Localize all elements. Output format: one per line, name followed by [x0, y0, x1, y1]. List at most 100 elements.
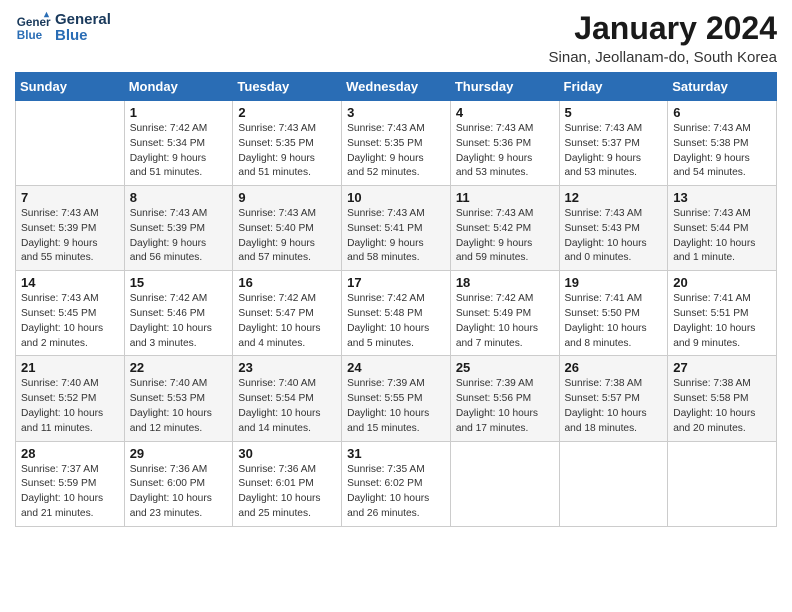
calendar-cell: 23Sunrise: 7:40 AM Sunset: 5:54 PM Dayli…	[233, 356, 342, 441]
day-info: Sunrise: 7:37 AM Sunset: 5:59 PM Dayligh…	[21, 463, 119, 522]
month-title: January 2024	[549, 10, 777, 47]
day-number: 27	[673, 360, 771, 375]
logo-text-general: General	[55, 12, 111, 29]
calendar-cell: 17 Sunrise: 7:42 AM Sunset: 5:48 PM Dayli…	[342, 271, 451, 356]
calendar-cell: 13 Sunrise: 7:43 AM Sunset: 5:44 PM Dayli…	[668, 186, 777, 271]
day-info: Sunrise: 7:43 AM Sunset: 5:38 PM Dayligh…	[673, 122, 771, 181]
day-number: 22	[130, 360, 228, 375]
calendar-cell: 25 Sunrise: 7:39 AM Sunset: 5:56 PM Dayli…	[450, 356, 559, 441]
calendar-week-row: 1 Sunrise: 7:42 AM Sunset: 5:34 PM Daylig…	[16, 101, 777, 186]
day-number: 12	[565, 190, 663, 205]
day-number: 14	[21, 275, 119, 290]
day-info: Sunrise: 7:43 AM Sunset: 5:39 PM Dayligh…	[130, 207, 228, 266]
day-number: 4	[456, 105, 554, 120]
col-header-thursday: Thursday	[450, 73, 559, 101]
calendar-cell	[559, 441, 668, 526]
day-info: Sunrise: 7:42 AM Sunset: 5:47 PM Dayligh…	[238, 292, 336, 351]
day-info: Sunrise: 7:43 AM Sunset: 5:40 PM Dayligh…	[238, 207, 336, 266]
day-info: Sunrise: 7:43 AM Sunset: 5:36 PM Dayligh…	[456, 122, 554, 181]
day-info: Sunrise: 7:36 AM Sunset: 6:00 PM Dayligh…	[130, 463, 228, 522]
col-header-saturday: Saturday	[668, 73, 777, 101]
day-info: Sunrise: 7:43 AM Sunset: 5:43 PM Dayligh…	[565, 207, 663, 266]
calendar-cell: 12 Sunrise: 7:43 AM Sunset: 5:43 PM Dayli…	[559, 186, 668, 271]
calendar-cell: 29 Sunrise: 7:36 AM Sunset: 6:00 PM Dayli…	[124, 441, 233, 526]
day-info: Sunrise: 7:40 AM Sunset: 5:54 PM Dayligh…	[238, 377, 336, 436]
col-header-wednesday: Wednesday	[342, 73, 451, 101]
day-info: Sunrise: 7:43 AM Sunset: 5:37 PM Dayligh…	[565, 122, 663, 181]
calendar-cell: 6 Sunrise: 7:43 AM Sunset: 5:38 PM Daylig…	[668, 101, 777, 186]
calendar-cell: 18Sunrise: 7:42 AM Sunset: 5:49 PM Dayli…	[450, 271, 559, 356]
svg-text:General: General	[17, 16, 51, 29]
calendar-cell	[668, 441, 777, 526]
day-info: Sunrise: 7:43 AM Sunset: 5:44 PM Dayligh…	[673, 207, 771, 266]
day-number: 26	[565, 360, 663, 375]
calendar-cell: 26 Sunrise: 7:38 AM Sunset: 5:57 PM Dayli…	[559, 356, 668, 441]
logo-icon: General Blue	[15, 10, 51, 46]
svg-text:Blue: Blue	[17, 29, 43, 42]
day-number: 2	[238, 105, 336, 120]
calendar-cell: 27Sunrise: 7:38 AM Sunset: 5:58 PM Dayli…	[668, 356, 777, 441]
calendar-cell: 22 Sunrise: 7:40 AM Sunset: 5:53 PM Dayli…	[124, 356, 233, 441]
day-info: Sunrise: 7:41 AM Sunset: 5:50 PM Dayligh…	[565, 292, 663, 351]
calendar-cell: 30Sunrise: 7:36 AM Sunset: 6:01 PM Dayli…	[233, 441, 342, 526]
day-number: 30	[238, 446, 336, 461]
day-number: 6	[673, 105, 771, 120]
calendar-cell: 19 Sunrise: 7:41 AM Sunset: 5:50 PM Dayli…	[559, 271, 668, 356]
day-info: Sunrise: 7:43 AM Sunset: 5:35 PM Dayligh…	[238, 122, 336, 181]
day-number: 10	[347, 190, 445, 205]
calendar-cell: 16 Sunrise: 7:42 AM Sunset: 5:47 PM Dayli…	[233, 271, 342, 356]
day-number: 19	[565, 275, 663, 290]
calendar-cell	[16, 101, 125, 186]
day-number: 5	[565, 105, 663, 120]
calendar-cell: 9 Sunrise: 7:43 AM Sunset: 5:40 PM Daylig…	[233, 186, 342, 271]
day-info: Sunrise: 7:39 AM Sunset: 5:56 PM Dayligh…	[456, 377, 554, 436]
calendar-cell: 1 Sunrise: 7:42 AM Sunset: 5:34 PM Daylig…	[124, 101, 233, 186]
day-number: 16	[238, 275, 336, 290]
calendar-cell: 3Sunrise: 7:43 AM Sunset: 5:35 PM Daylig…	[342, 101, 451, 186]
day-number: 11	[456, 190, 554, 205]
day-info: Sunrise: 7:42 AM Sunset: 5:46 PM Dayligh…	[130, 292, 228, 351]
day-info: Sunrise: 7:41 AM Sunset: 5:51 PM Dayligh…	[673, 292, 771, 351]
calendar-cell: 5 Sunrise: 7:43 AM Sunset: 5:37 PM Daylig…	[559, 101, 668, 186]
calendar-cell: 2 Sunrise: 7:43 AM Sunset: 5:35 PM Daylig…	[233, 101, 342, 186]
location-title: Sinan, Jeollanam-do, South Korea	[549, 49, 777, 66]
calendar-cell: 8Sunrise: 7:43 AM Sunset: 5:39 PM Daylig…	[124, 186, 233, 271]
day-info: Sunrise: 7:38 AM Sunset: 5:57 PM Dayligh…	[565, 377, 663, 436]
calendar-cell: 14Sunrise: 7:43 AM Sunset: 5:45 PM Dayli…	[16, 271, 125, 356]
calendar-cell: 21 Sunrise: 7:40 AM Sunset: 5:52 PM Dayli…	[16, 356, 125, 441]
calendar-cell: 31Sunrise: 7:35 AM Sunset: 6:02 PM Dayli…	[342, 441, 451, 526]
calendar-cell: 11Sunrise: 7:43 AM Sunset: 5:42 PM Dayli…	[450, 186, 559, 271]
calendar-week-row: 7Sunrise: 7:43 AM Sunset: 5:39 PM Daylig…	[16, 186, 777, 271]
day-info: Sunrise: 7:43 AM Sunset: 5:35 PM Dayligh…	[347, 122, 445, 181]
calendar-week-row: 28Sunrise: 7:37 AM Sunset: 5:59 PM Dayli…	[16, 441, 777, 526]
day-number: 20	[673, 275, 771, 290]
calendar-cell: 28Sunrise: 7:37 AM Sunset: 5:59 PM Dayli…	[16, 441, 125, 526]
calendar-cell: 20 Sunrise: 7:41 AM Sunset: 5:51 PM Dayli…	[668, 271, 777, 356]
calendar-cell: 10 Sunrise: 7:43 AM Sunset: 5:41 PM Dayli…	[342, 186, 451, 271]
day-info: Sunrise: 7:40 AM Sunset: 5:52 PM Dayligh…	[21, 377, 119, 436]
calendar-header-row: SundayMondayTuesdayWednesdayThursdayFrid…	[16, 73, 777, 101]
col-header-tuesday: Tuesday	[233, 73, 342, 101]
day-number: 29	[130, 446, 228, 461]
col-header-monday: Monday	[124, 73, 233, 101]
col-header-sunday: Sunday	[16, 73, 125, 101]
logo-text-blue: Blue	[55, 28, 111, 45]
day-number: 18	[456, 275, 554, 290]
day-number: 25	[456, 360, 554, 375]
day-number: 24	[347, 360, 445, 375]
day-number: 1	[130, 105, 228, 120]
logo: General Blue General Blue	[15, 10, 111, 46]
day-info: Sunrise: 7:42 AM Sunset: 5:34 PM Dayligh…	[130, 122, 228, 181]
day-info: Sunrise: 7:35 AM Sunset: 6:02 PM Dayligh…	[347, 463, 445, 522]
day-number: 21	[21, 360, 119, 375]
day-number: 17	[347, 275, 445, 290]
calendar-table: SundayMondayTuesdayWednesdayThursdayFrid…	[15, 72, 777, 527]
day-number: 15	[130, 275, 228, 290]
day-number: 9	[238, 190, 336, 205]
day-info: Sunrise: 7:40 AM Sunset: 5:53 PM Dayligh…	[130, 377, 228, 436]
page-header: General Blue General Blue January 2024 S…	[15, 10, 777, 66]
day-number: 13	[673, 190, 771, 205]
day-info: Sunrise: 7:43 AM Sunset: 5:41 PM Dayligh…	[347, 207, 445, 266]
calendar-cell: 7Sunrise: 7:43 AM Sunset: 5:39 PM Daylig…	[16, 186, 125, 271]
day-info: Sunrise: 7:42 AM Sunset: 5:48 PM Dayligh…	[347, 292, 445, 351]
